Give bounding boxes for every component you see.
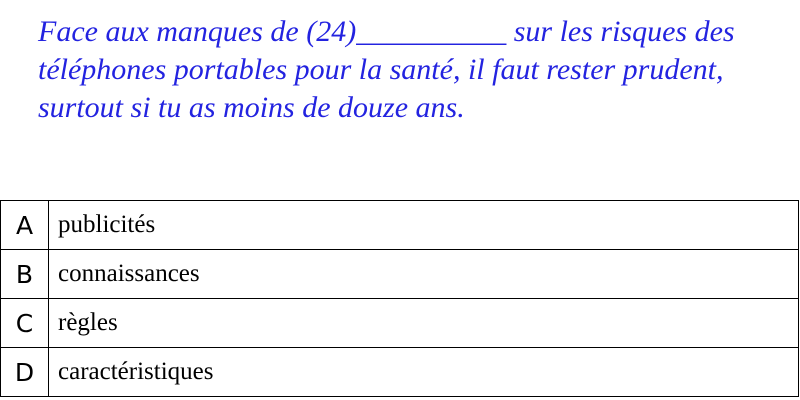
option-text: publicités — [48, 200, 799, 250]
option-letter: D — [0, 347, 49, 397]
answer-options-table: A publicités B connaissances C règles D … — [0, 200, 799, 397]
option-letter: C — [0, 298, 49, 348]
option-row-a[interactable]: A publicités — [0, 200, 799, 250]
option-row-b[interactable]: B connaissances — [0, 249, 799, 299]
option-letter: A — [0, 200, 49, 250]
option-text: connaissances — [48, 249, 799, 299]
option-row-d[interactable]: D caractéristiques — [0, 347, 799, 397]
option-text: caractéristiques — [48, 347, 799, 397]
question-text: Face aux manques de (24)__________ sur l… — [38, 15, 735, 124]
option-row-c[interactable]: C règles — [0, 298, 799, 348]
option-text: règles — [48, 298, 799, 348]
option-letter: B — [0, 249, 49, 299]
